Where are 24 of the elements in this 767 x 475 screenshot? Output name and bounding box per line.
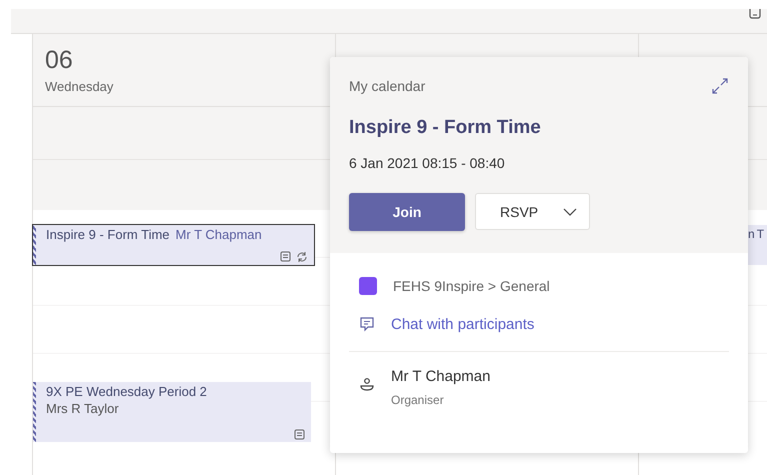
- chat-icon: [359, 316, 375, 332]
- expand-icon[interactable]: [711, 77, 729, 95]
- event-title: 9X PE Wednesday Period 2: [46, 384, 208, 399]
- day-number: 06: [45, 46, 74, 75]
- organiser-name: Mr T Chapman: [391, 368, 490, 385]
- organiser-role: Organiser: [391, 393, 445, 407]
- event-organiser: Mr T Chapman: [176, 227, 262, 242]
- weekday-label: Wednesday: [45, 79, 114, 94]
- event-title: Inspire 9 - Form Time: [46, 227, 170, 242]
- event-organiser: Mrs R Taylor: [46, 401, 120, 416]
- calendar-event[interactable]: 9X PE Wednesday Period 2 Mrs R Taylor: [33, 382, 311, 442]
- event-title: n T: [748, 227, 764, 241]
- join-button[interactable]: Join: [349, 193, 465, 231]
- calendar-event[interactable]: Inspire 9 - Form Time Mr T Chapman: [33, 225, 314, 265]
- calendar-name: My calendar: [349, 78, 426, 94]
- chevron-down-icon: [563, 208, 577, 216]
- team-icon: [359, 277, 377, 295]
- chat-link[interactable]: Chat with participants: [391, 316, 534, 332]
- rsvp-button[interactable]: RSVP: [475, 193, 590, 230]
- channel-name: FEHS 9Inspire > General: [393, 278, 550, 294]
- event-time: 6 Jan 2021 08:15 - 08:40: [349, 155, 506, 171]
- person-icon: [359, 376, 375, 392]
- event-title: Inspire 9 - Form Time: [349, 117, 542, 139]
- calendar-icon[interactable]: [749, 9, 761, 19]
